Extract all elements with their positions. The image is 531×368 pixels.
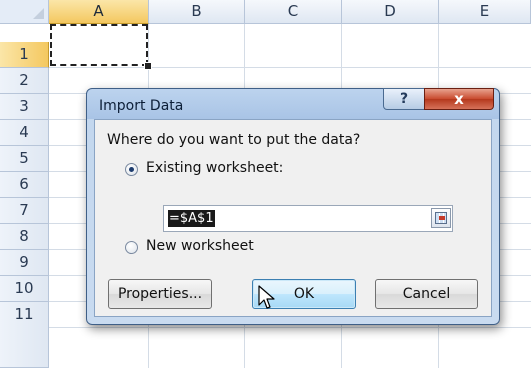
dialog-client-area: Where do you want to put the data? Exist… [94, 119, 492, 317]
cell-reference-value: =$A$1 [168, 210, 215, 227]
cell-reference-input[interactable]: =$A$1 [163, 205, 453, 232]
close-icon: x [454, 90, 464, 108]
row-header-6[interactable]: 6 [0, 172, 49, 198]
row-header-2[interactable]: 2 [0, 68, 49, 94]
properties-button[interactable]: Properties... [108, 279, 212, 309]
new-worksheet-radio[interactable] [125, 241, 138, 254]
mouse-pointer-icon [258, 285, 275, 309]
select-all-triangle-icon [33, 8, 44, 19]
new-worksheet-label[interactable]: New worksheet [146, 238, 254, 254]
existing-worksheet-label[interactable]: Existing worksheet: [146, 160, 283, 176]
collapse-dialog-button[interactable] [431, 208, 451, 228]
row-header-9[interactable]: 9 [0, 250, 49, 276]
selected-cell-a1[interactable] [50, 24, 148, 66]
destination-question: Where do you want to put the data? [107, 132, 361, 148]
column-header-a[interactable]: A [49, 0, 149, 24]
row-header-8[interactable]: 8 [0, 224, 49, 250]
dialog-titlebar[interactable]: Import Data ? x [87, 88, 499, 121]
help-icon: ? [399, 91, 409, 107]
row-header-3[interactable]: 3 [0, 94, 49, 120]
select-all-corner[interactable] [0, 0, 49, 24]
radio-selected-dot [129, 167, 134, 172]
row-header-11[interactable]: 11 [0, 302, 49, 368]
fill-handle[interactable] [144, 62, 152, 70]
column-header-b[interactable]: B [149, 0, 245, 24]
row-header-4[interactable]: 4 [0, 120, 49, 146]
row-header-7[interactable]: 7 [0, 198, 49, 224]
dialog-title: Import Data [99, 98, 184, 114]
existing-worksheet-radio[interactable] [125, 163, 138, 176]
help-button[interactable]: ? [383, 88, 425, 110]
collapse-arrow [439, 216, 445, 220]
row-header-1[interactable]: 1 [0, 42, 49, 68]
gridline [49, 67, 531, 68]
close-button[interactable]: x [424, 88, 494, 110]
import-data-dialog: Import Data ? x Where do you want to put… [86, 88, 500, 325]
row-header-10[interactable]: 10 [0, 276, 49, 302]
column-header-d[interactable]: D [342, 0, 439, 24]
row-header-5[interactable]: 5 [0, 146, 49, 172]
column-header-c[interactable]: C [245, 0, 342, 24]
gridline [49, 327, 531, 328]
column-header-e[interactable]: E [439, 0, 531, 24]
cancel-button[interactable]: Cancel [375, 279, 478, 309]
